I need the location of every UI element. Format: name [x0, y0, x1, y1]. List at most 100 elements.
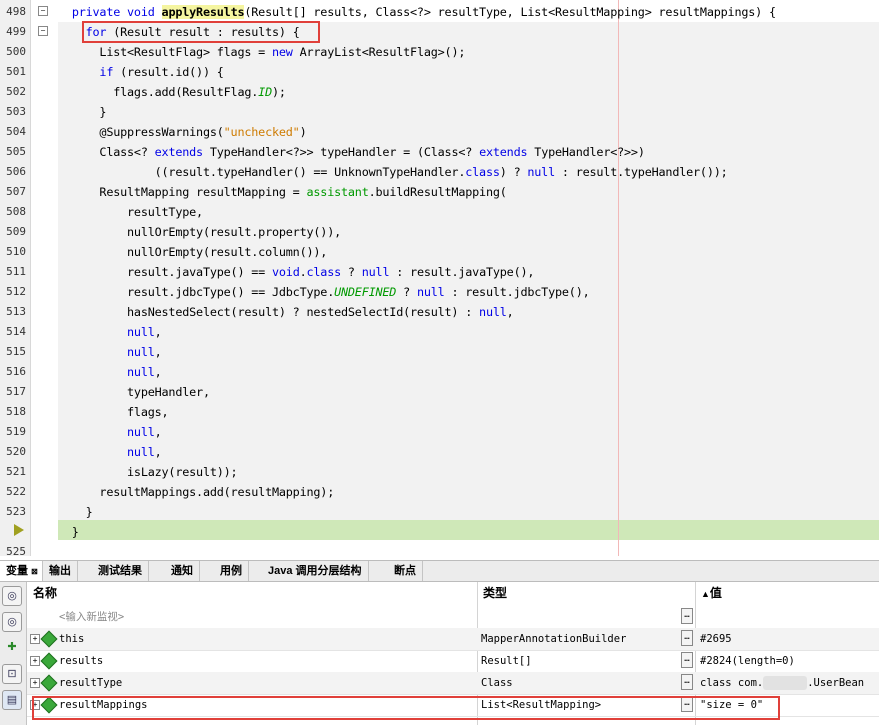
- code-token: class: [465, 165, 500, 179]
- debugger-panel: 变量 ⊠ 输出 测试结果 通知 用例 Java 调用分层结构 断点 ◎ ◎ ✚ …: [0, 560, 879, 725]
- debugger-tabs: 变量 ⊠ 输出 测试结果 通知 用例 Java 调用分层结构 断点: [0, 560, 879, 582]
- code-token: }: [58, 505, 93, 519]
- code-token: List<ResultFlag> flags =: [58, 45, 272, 59]
- watch-settings-icon[interactable]: ◎: [2, 612, 22, 632]
- code-line: flags,: [58, 402, 169, 422]
- column-header-type[interactable]: 类型: [477, 582, 507, 604]
- code-token: ArrayList<ResultFlag>();: [292, 45, 466, 59]
- code-token: resultType,: [58, 205, 203, 219]
- table-row[interactable]: + results Result[] … #2824(length=0): [27, 650, 879, 673]
- line-number: 504: [6, 125, 26, 138]
- fold-toggle-icon[interactable]: −: [38, 26, 48, 36]
- code-token: typeHandler,: [58, 385, 210, 399]
- new-watch-placeholder: <输入新监视>: [59, 611, 125, 623]
- customize-button[interactable]: …: [681, 652, 693, 668]
- code-line: ResultMapping resultMapping = assistant.…: [58, 182, 507, 202]
- code-token: ) ?: [499, 165, 528, 179]
- variable-name: results: [59, 655, 104, 667]
- code-token: nullOrEmpty(result.property()),: [58, 225, 341, 239]
- code-token: assistant: [306, 185, 369, 199]
- code-token: }: [58, 525, 79, 539]
- code-token: ID: [258, 85, 272, 99]
- tab-test-results[interactable]: 测试结果: [92, 561, 149, 581]
- code-token: null: [127, 445, 155, 459]
- watch-icon[interactable]: ◎: [2, 586, 22, 606]
- code-token: Class<?: [58, 145, 155, 159]
- code-token: (Result[] results, Class<?> resultType, …: [244, 5, 776, 19]
- code-token: extends: [479, 145, 528, 159]
- table-row[interactable]: + resultType Class … class com. .UserBean: [27, 672, 879, 695]
- line-number: 501: [6, 65, 26, 78]
- code-line: if (result.id()) {: [58, 62, 223, 82]
- tab-variables[interactable]: 变量 ⊠: [0, 561, 43, 581]
- table-row[interactable]: + this MapperAnnotationBuilder … #2695: [27, 628, 879, 651]
- customize-button[interactable]: …: [681, 630, 693, 646]
- code-token: TypeHandler<?>>): [527, 145, 645, 159]
- line-number: 502: [6, 85, 26, 98]
- code-token: : result.javaType(),: [389, 265, 535, 279]
- code-token: "unchecked": [223, 125, 300, 139]
- expand-icon[interactable]: +: [30, 634, 40, 644]
- close-icon[interactable]: ⊠: [31, 567, 38, 576]
- variable-value: #2824(length=0): [700, 655, 795, 667]
- code-token: ResultMapping resultMapping =: [58, 185, 307, 199]
- highlight-box-for-loop: [82, 21, 320, 43]
- customize-button[interactable]: …: [681, 674, 693, 690]
- code-token: : result.jdbcType(),: [444, 285, 590, 299]
- variable-type: MapperAnnotationBuilder: [481, 633, 627, 645]
- tab-output[interactable]: 输出: [43, 561, 78, 581]
- code-token: null: [127, 365, 155, 379]
- variable-icon: [40, 630, 58, 648]
- line-number: 498: [6, 5, 26, 18]
- code-token: private void: [71, 5, 162, 19]
- column-header-name[interactable]: 名称: [27, 582, 57, 604]
- code-editor[interactable]: − − private void applyResults(Result[] r…: [0, 0, 879, 556]
- tab-notifications[interactable]: 通知: [165, 561, 200, 581]
- evaluate-icon[interactable]: ⊡: [2, 664, 22, 684]
- code-token: null: [527, 165, 555, 179]
- new-watch-row[interactable]: <输入新监视> …: [27, 606, 879, 629]
- line-number: 513: [6, 305, 26, 318]
- customize-button[interactable]: …: [681, 608, 693, 624]
- line-number: 520: [6, 445, 26, 458]
- tab-call-hierarchy[interactable]: Java 调用分层结构: [262, 561, 369, 581]
- variable-value: class com. .UserBean: [700, 676, 865, 690]
- code-token: result.javaType() ==: [58, 265, 272, 279]
- code-token: class: [306, 265, 342, 279]
- fold-toggle-icon[interactable]: −: [38, 6, 48, 16]
- line-number: 516: [6, 365, 26, 378]
- line-number: 506: [6, 165, 26, 178]
- code-token: flags.add(ResultFlag.: [58, 85, 259, 99]
- code-token: flags,: [58, 405, 169, 419]
- code-line: null,: [58, 362, 162, 382]
- code-token: null: [479, 305, 507, 319]
- code-token: null: [416, 285, 445, 299]
- new-watch-icon[interactable]: ✚: [2, 638, 22, 658]
- code-token: ?: [396, 285, 417, 299]
- line-number: 525: [6, 545, 26, 556]
- code-token: if: [99, 65, 114, 79]
- code-token: null: [127, 325, 155, 339]
- variable-icon: [40, 674, 58, 692]
- expand-icon[interactable]: +: [30, 678, 40, 688]
- expand-icon[interactable]: +: [30, 656, 40, 666]
- column-header-value[interactable]: ▲值: [695, 582, 722, 604]
- code-token: ,: [154, 345, 162, 359]
- code-token: @SuppressWarnings(: [58, 125, 224, 139]
- code-token: .buildResultMapping(: [368, 185, 507, 199]
- line-number: 508: [6, 205, 26, 218]
- line-number: 515: [6, 345, 26, 358]
- line-number: 505: [6, 145, 26, 158]
- variable-name: resultType: [59, 677, 123, 689]
- line-number: 514: [6, 325, 26, 338]
- line-number: 510: [6, 245, 26, 258]
- variable-value: #2695: [700, 633, 732, 645]
- code-line: resultType,: [58, 202, 203, 222]
- view-icon[interactable]: ▤: [2, 690, 22, 710]
- tab-breakpoints[interactable]: 断点: [388, 561, 423, 581]
- code-line: private void applyResults(Result[] resul…: [58, 2, 776, 22]
- code-token: hasNestedSelect(result) ? nestedSelectId…: [58, 305, 480, 319]
- tab-usages[interactable]: 用例: [214, 561, 249, 581]
